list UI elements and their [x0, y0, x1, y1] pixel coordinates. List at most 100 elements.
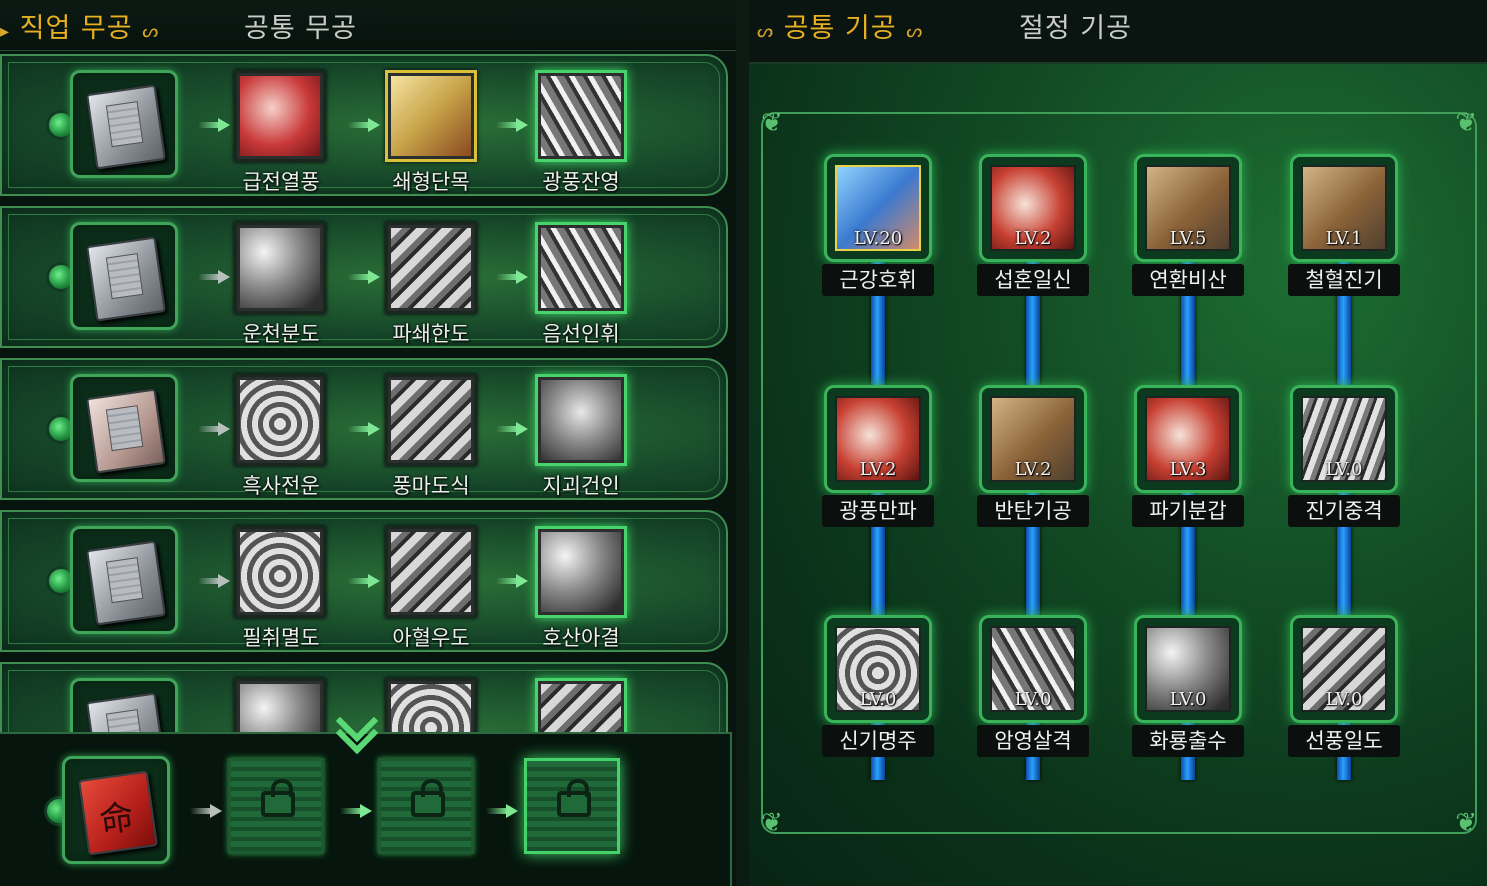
skill-name: 광풍만파 — [822, 495, 934, 527]
level-label: LV.5 — [1169, 228, 1207, 249]
skill-icon-3-1[interactable] — [234, 374, 326, 466]
level-label: LV.1 — [1325, 228, 1363, 249]
locked-skill-slot-3[interactable] — [524, 758, 620, 854]
arrow-right-icon — [348, 422, 382, 436]
skill-icon-2-1[interactable] — [234, 222, 326, 314]
skill-name: 광풍잔영 — [542, 170, 620, 194]
skill-tree-row-3: 흑사전운 풍마도식 지괴건인 — [0, 358, 728, 500]
tab-common-qigong[interactable]: ᔕ 공통 기공 ᔕ — [757, 6, 923, 45]
skill-name: 필취멸도 — [242, 626, 320, 650]
arrow-right-icon — [496, 422, 530, 436]
skill-name: 지괴건인 — [542, 474, 620, 498]
skill-icon-3-3[interactable] — [535, 374, 627, 466]
skill-art — [391, 76, 471, 156]
cloud-swirl-icon: ᔕ — [906, 21, 924, 42]
skill-name: 선풍일도 — [1288, 725, 1400, 757]
skill-icon-1-2[interactable] — [385, 70, 477, 162]
chevron-down-icon[interactable] — [335, 699, 379, 755]
manual-book-icon[interactable] — [70, 374, 178, 482]
ornament-corner-icon: ❦ — [1455, 108, 1477, 138]
cloud-swirl-icon: ▸ — [0, 21, 11, 42]
skill-art — [541, 532, 621, 612]
level-label: LV.0 — [1325, 459, 1363, 480]
fate-book-icon[interactable] — [62, 756, 170, 864]
qigong-slot-5[interactable]: LV.2 — [824, 385, 932, 493]
cloud-swirl-icon: ᔕ — [757, 21, 775, 42]
right-tab-bar: ᔕ 공통 기공 ᔕ 절정 기공 — [749, 0, 1487, 64]
skill-tree-row-4: 필취멸도 아혈우도 호산아결 — [0, 510, 728, 652]
arrow-right-icon — [486, 804, 520, 818]
skill-name: 운천분도 — [242, 322, 320, 346]
skill-tree-row-2: 운천분도 파쇄한도 음선인휘 — [0, 206, 728, 348]
skill-icon-3-2[interactable] — [385, 374, 477, 466]
skill-name: 쇄형단목 — [392, 170, 470, 194]
skill-icon-4-1[interactable] — [234, 526, 326, 618]
ornament-corner-icon: ❦ — [1455, 808, 1477, 838]
skill-art — [541, 380, 621, 460]
qigong-slot-6[interactable]: LV.2 — [979, 385, 1087, 493]
skill-name: 연환비산 — [1132, 264, 1244, 296]
locked-skill-slot-2[interactable] — [378, 758, 474, 854]
qigong-slot-3[interactable]: LV.5 — [1134, 154, 1242, 262]
qigong-slot-1[interactable]: LV.20 — [824, 154, 932, 262]
qigong-slot-2[interactable]: LV.2 — [979, 154, 1087, 262]
arrow-right-icon — [496, 270, 530, 284]
manual-book-icon[interactable] — [70, 526, 178, 634]
book-art — [78, 770, 158, 856]
padlock-icon — [557, 779, 591, 817]
ornament-corner-icon: ❦ — [761, 808, 783, 838]
skill-icon-4-3[interactable] — [535, 526, 627, 618]
skill-name: 암영살격 — [977, 725, 1089, 757]
level-label: LV.0 — [1169, 689, 1207, 710]
manual-book-icon[interactable] — [70, 70, 178, 178]
skill-name: 반탄기공 — [977, 495, 1089, 527]
level-label: LV.0 — [1014, 689, 1052, 710]
qigong-slot-10[interactable]: LV.0 — [979, 615, 1087, 723]
tab-job-martial-arts[interactable]: ▸ 직업 무공 ᔕ — [0, 6, 159, 45]
skill-name: 파기분갑 — [1132, 495, 1244, 527]
qigong-slot-8[interactable]: LV.0 — [1290, 385, 1398, 493]
job-martial-arts-panel: ▸ 직업 무공 ᔕ 공통 무공 급전열풍 쇄형단목 광풍잔영 운천분도 파쇄한도 — [0, 0, 736, 886]
tab-common-martial-arts[interactable]: 공통 무공 — [244, 6, 357, 45]
skill-art — [391, 380, 471, 460]
qigong-slot-4[interactable]: LV.1 — [1290, 154, 1398, 262]
locked-skill-slot-1[interactable] — [228, 758, 324, 854]
qigong-slot-12[interactable]: LV.0 — [1290, 615, 1398, 723]
padlock-icon — [411, 779, 445, 817]
arrow-right-icon — [496, 118, 530, 132]
book-art — [86, 84, 166, 170]
skill-icon-1-3[interactable] — [535, 70, 627, 162]
skill-art — [391, 228, 471, 308]
qigong-slot-9[interactable]: LV.0 — [824, 615, 932, 723]
tab-label: 공통 기공 — [783, 13, 897, 44]
skill-name: 근강호휘 — [822, 264, 934, 296]
skill-name: 음선인휘 — [542, 322, 620, 346]
qigong-slot-7[interactable]: LV.3 — [1134, 385, 1242, 493]
arrow-right-icon — [198, 270, 232, 284]
arrow-right-icon — [198, 574, 232, 588]
skill-icon-2-3[interactable] — [535, 222, 627, 314]
common-qigong-panel: ᔕ 공통 기공 ᔕ 절정 기공 ❦ ❦ ❦ ❦ LV.20 근강호휘 LV.2 … — [749, 0, 1487, 886]
arrow-right-icon — [198, 422, 232, 436]
tab-peak-qigong[interactable]: 절정 기공 — [1019, 6, 1132, 45]
cloud-swirl-icon: ᔕ — [142, 21, 160, 42]
skill-icon-2-2[interactable] — [385, 222, 477, 314]
level-label: LV.2 — [1014, 228, 1052, 249]
skill-icon-1-1[interactable] — [234, 70, 326, 162]
skill-icon-4-2[interactable] — [385, 526, 477, 618]
skill-art — [240, 380, 320, 460]
skill-tree-row-1: 급전열풍 쇄형단목 광풍잔영 — [0, 54, 728, 196]
skill-name: 호산아결 — [542, 626, 620, 650]
qigong-slot-11[interactable]: LV.0 — [1134, 615, 1242, 723]
arrow-right-icon — [340, 804, 374, 818]
skill-art — [541, 228, 621, 308]
level-label: LV.0 — [859, 689, 897, 710]
skill-name: 철혈진기 — [1288, 264, 1400, 296]
skill-art — [391, 532, 471, 612]
skill-art — [240, 532, 320, 612]
manual-book-icon[interactable] — [70, 222, 178, 330]
arrow-right-icon — [348, 118, 382, 132]
skill-name: 진기중격 — [1288, 495, 1400, 527]
skill-name: 아혈우도 — [392, 626, 470, 650]
book-art — [86, 236, 166, 322]
